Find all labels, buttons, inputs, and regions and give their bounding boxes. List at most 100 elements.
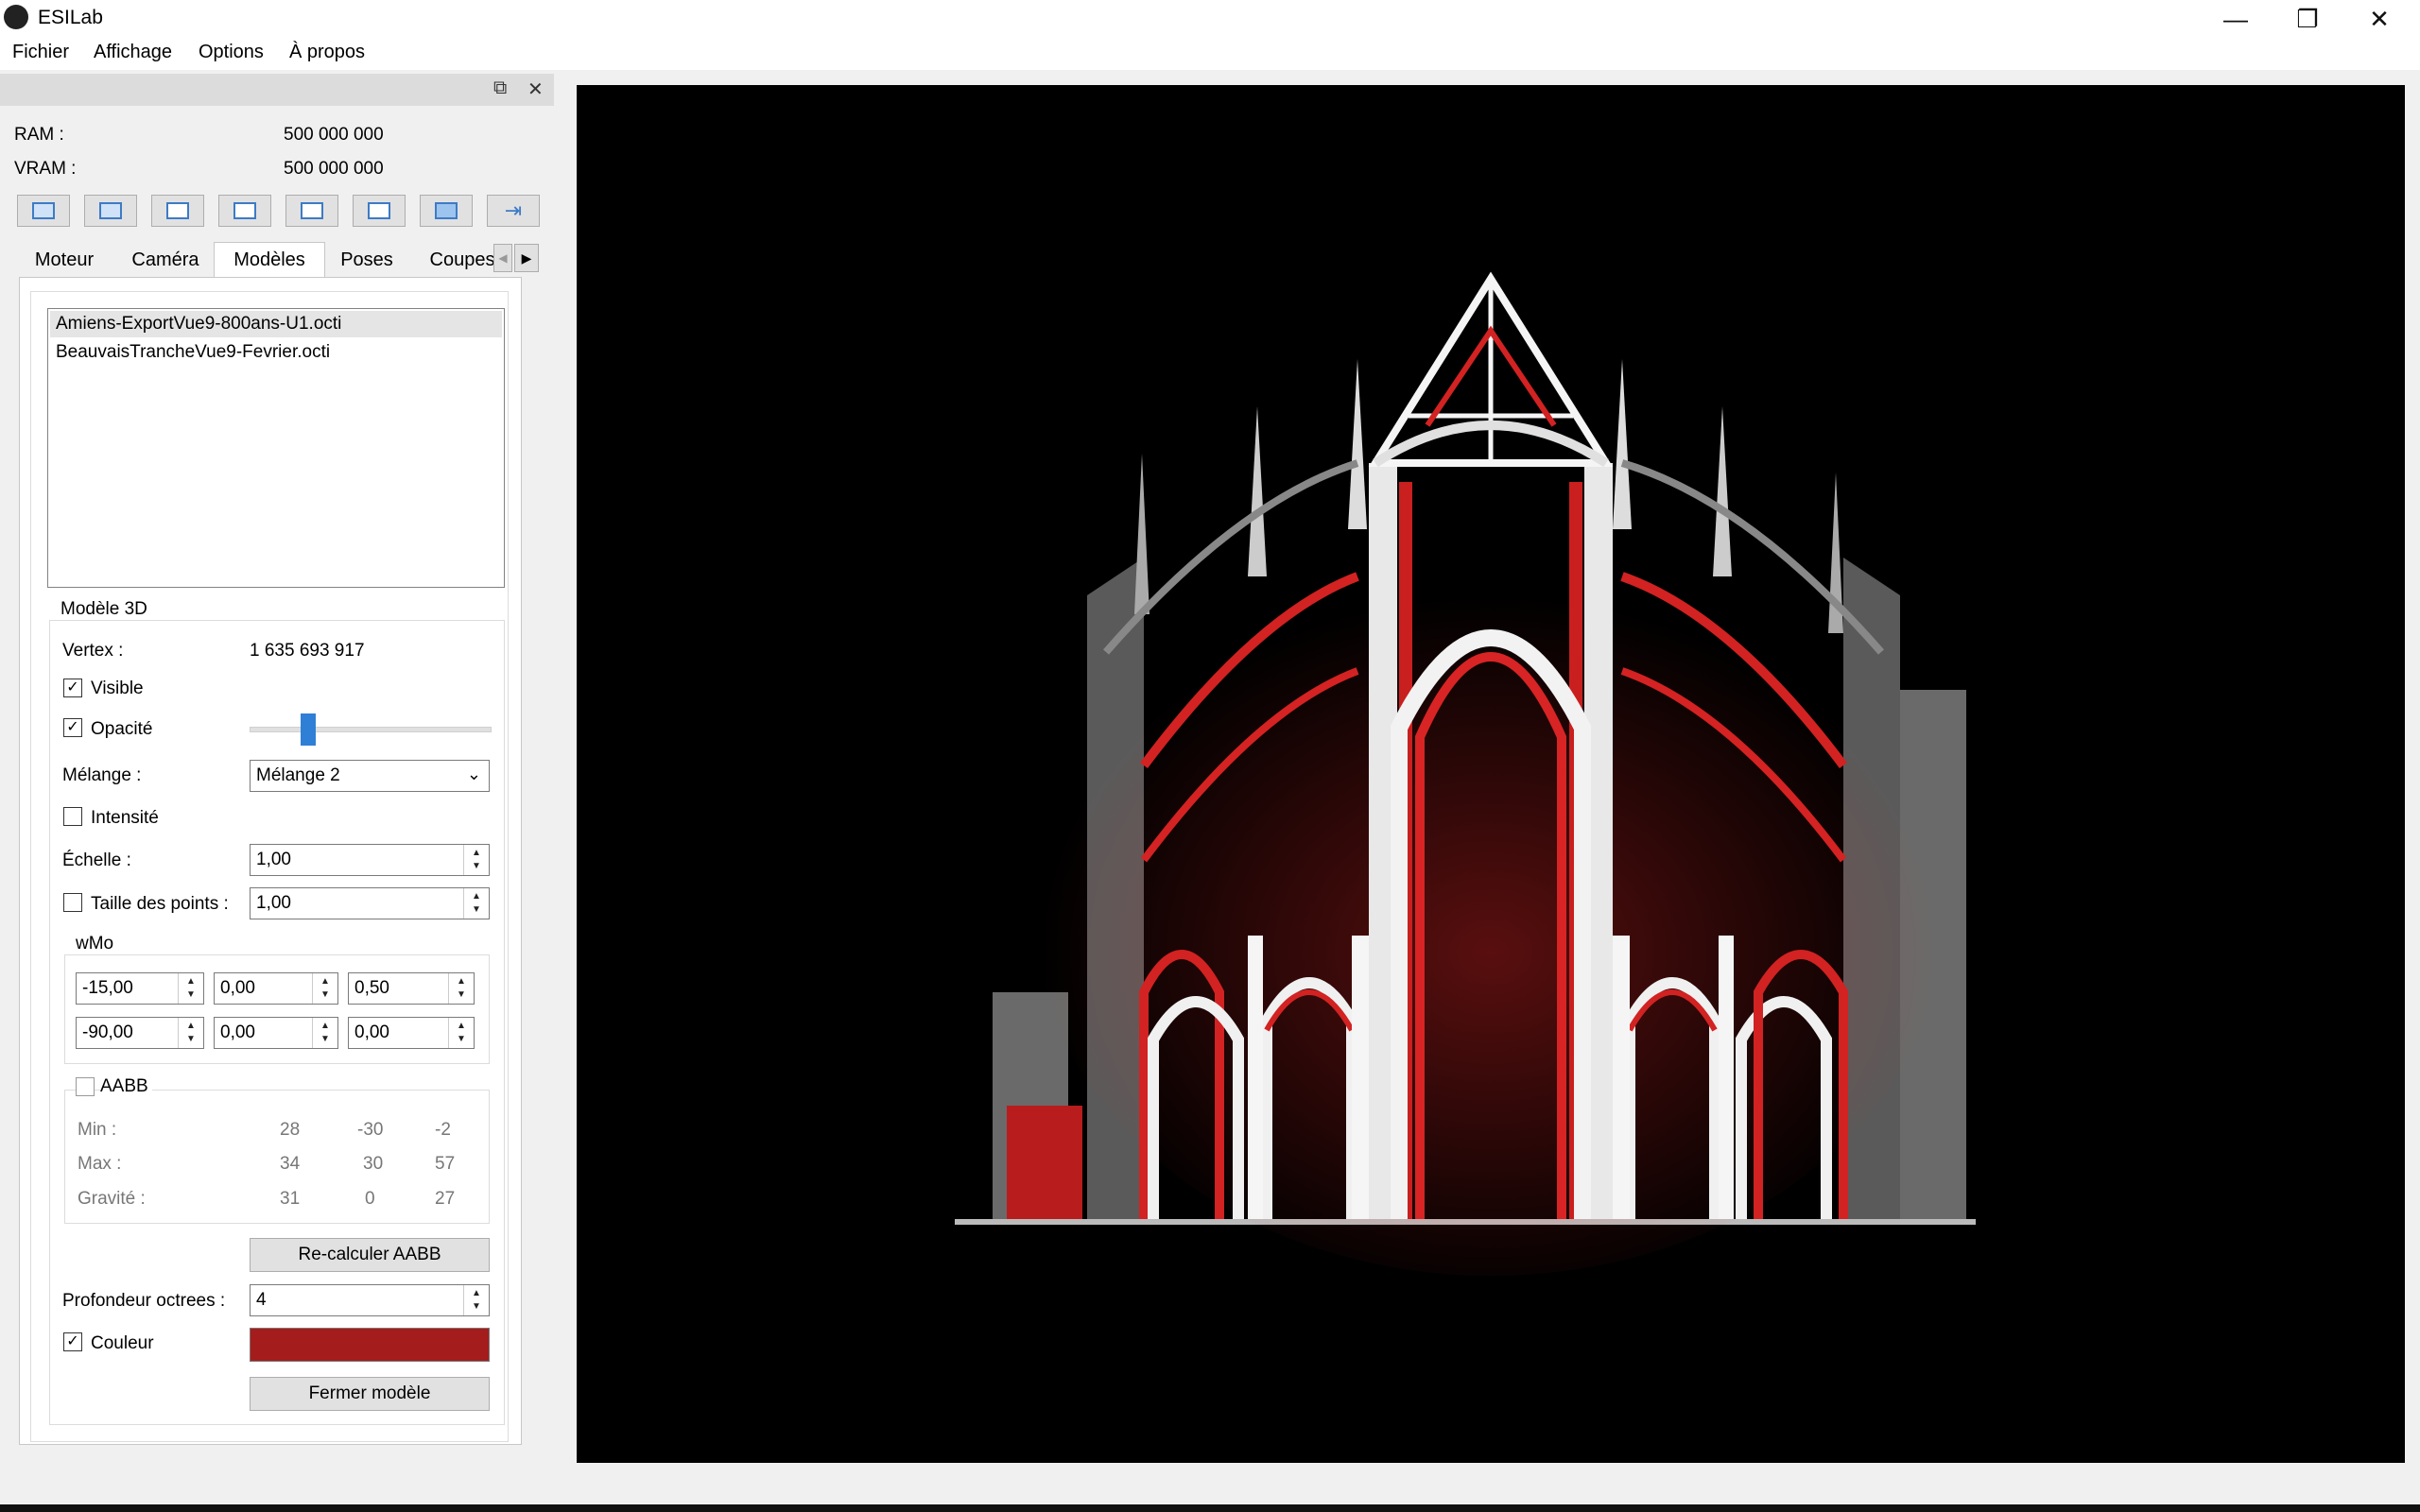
close-window-button[interactable]: ✕ xyxy=(2344,0,2414,38)
window-icon xyxy=(368,202,390,219)
status-bar xyxy=(0,1504,2420,1512)
wmo-r1c1-spinbox[interactable]: -15,00 ▲ ▼ xyxy=(76,972,204,1005)
tool-button-exit[interactable]: ⇥ xyxy=(487,195,540,227)
menu-fichier[interactable]: Fichier xyxy=(12,42,69,63)
tab-moteur[interactable]: Moteur xyxy=(21,242,108,278)
spin-arrows[interactable]: ▲ ▼ xyxy=(448,973,474,1004)
arrow-down-icon: ▼ xyxy=(457,989,466,1000)
tab-camera[interactable]: Caméra xyxy=(117,242,214,278)
tool-button-2[interactable] xyxy=(84,195,137,227)
spin-arrows[interactable]: ▲ ▼ xyxy=(463,845,489,875)
color-checkbox[interactable]: ✓ xyxy=(63,1332,82,1351)
arrow-up-icon: ▲ xyxy=(472,1288,481,1298)
close-model-button[interactable]: Fermer modèle xyxy=(250,1377,490,1411)
wmo-r1c2-spinbox[interactable]: 0,00 ▲ ▼ xyxy=(214,972,338,1005)
point-cloud-render xyxy=(955,271,1976,1276)
wmo-r2c1-spinbox[interactable]: -90,00 ▲ ▼ xyxy=(76,1017,204,1049)
restore-button[interactable]: ❐ xyxy=(2273,0,2342,38)
octree-depth-spinbox[interactable]: 4 ▲ ▼ xyxy=(250,1284,490,1316)
wmo-value: 0,50 xyxy=(354,978,389,998)
scale-spinbox[interactable]: 1,00 ▲ ▼ xyxy=(250,844,490,876)
tool-button-5[interactable] xyxy=(285,195,338,227)
arrow-up-icon: ▲ xyxy=(186,976,196,987)
arrow-down-icon: ▼ xyxy=(472,861,481,871)
arrow-up-icon: ▲ xyxy=(186,1021,196,1031)
octree-depth-value: 4 xyxy=(256,1290,267,1310)
spin-arrows[interactable]: ▲ ▼ xyxy=(178,1018,203,1048)
wmo-value: -15,00 xyxy=(82,978,133,998)
wmo-value: -90,00 xyxy=(82,1022,133,1042)
arrow-down-icon: ▼ xyxy=(320,989,330,1000)
arrow-up-icon: ▲ xyxy=(320,976,330,987)
check-icon: ✓ xyxy=(66,1333,79,1349)
tab-poses[interactable]: Poses xyxy=(325,242,408,278)
arrow-up-icon: ▲ xyxy=(457,976,466,987)
aabb-gravity-y: 0 xyxy=(365,1189,375,1209)
wmo-value: 0,00 xyxy=(220,1022,255,1042)
close-panel-icon[interactable]: ✕ xyxy=(527,77,544,101)
recalculate-aabb-button[interactable]: Re-calculer AABB xyxy=(250,1238,490,1272)
spin-arrows[interactable]: ▲ ▼ xyxy=(463,1285,489,1315)
tool-button-6[interactable] xyxy=(353,195,406,227)
aabb-checkbox[interactable] xyxy=(76,1077,95,1096)
tab-scroll-left[interactable]: ◀ xyxy=(493,244,512,272)
arrow-down-icon: ▼ xyxy=(320,1034,330,1044)
tab-modeles[interactable]: Modèles xyxy=(214,242,325,278)
opacity-label: Opacité xyxy=(91,719,153,739)
vertex-label: Vertex : xyxy=(62,641,124,661)
exit-icon: ⇥ xyxy=(504,198,523,222)
menu-options[interactable]: Options xyxy=(199,42,264,63)
tool-button-4[interactable] xyxy=(218,195,271,227)
aabb-max-y: 30 xyxy=(363,1154,384,1174)
visible-checkbox[interactable]: ✓ xyxy=(63,679,82,697)
scale-label: Échelle : xyxy=(62,850,131,870)
opacity-slider-track[interactable] xyxy=(250,727,492,732)
blend-value: Mélange 2 xyxy=(256,765,340,785)
color-label: Couleur xyxy=(91,1333,154,1353)
arrow-up-icon: ▲ xyxy=(320,1021,330,1031)
aabb-min-label: Min : xyxy=(78,1120,117,1140)
ram-value: 500 000 000 xyxy=(284,125,384,145)
spin-arrows[interactable]: ▲ ▼ xyxy=(178,973,203,1004)
octree-depth-label: Profondeur octrees : xyxy=(62,1291,226,1311)
pointsize-spinbox[interactable]: 1,00 ▲ ▼ xyxy=(250,887,490,919)
tool-button-3[interactable] xyxy=(151,195,204,227)
float-panel-icon[interactable]: ⧉ xyxy=(493,77,507,99)
window-icon xyxy=(301,202,323,219)
minimize-button[interactable]: — xyxy=(2201,0,2271,38)
spin-arrows[interactable]: ▲ ▼ xyxy=(312,1018,337,1048)
spin-arrows[interactable]: ▲ ▼ xyxy=(312,973,337,1004)
blend-label: Mélange : xyxy=(62,765,142,785)
wmo-r1c3-spinbox[interactable]: 0,50 ▲ ▼ xyxy=(348,972,475,1005)
arrow-up-icon: ▲ xyxy=(472,848,481,858)
ram-label: RAM : xyxy=(14,125,64,145)
list-item[interactable]: Amiens-ExportVue9-800ans-U1.octi xyxy=(50,311,502,337)
aabb-max-x: 34 xyxy=(280,1154,301,1174)
menu-bar: Fichier Affichage Options À propos xyxy=(0,40,2420,70)
list-item[interactable]: BeauvaisTrancheVue9-Fevrier.octi xyxy=(50,339,502,366)
aabb-min-y: -30 xyxy=(357,1120,384,1140)
wmo-r2c2-spinbox[interactable]: 0,00 ▲ ▼ xyxy=(214,1017,338,1049)
blend-select[interactable]: Mélange 2 ⌄ xyxy=(250,760,490,792)
arrow-up-icon: ▲ xyxy=(472,891,481,902)
menu-affichage[interactable]: Affichage xyxy=(94,42,172,63)
app-icon xyxy=(4,5,28,29)
pointsize-value: 1,00 xyxy=(256,893,291,913)
intensity-checkbox[interactable] xyxy=(63,807,82,826)
pointsize-label: Taille des points : xyxy=(91,894,229,914)
panel-header xyxy=(0,74,554,106)
menu-a-propos[interactable]: À propos xyxy=(289,42,365,63)
tool-button-7[interactable] xyxy=(420,195,473,227)
opacity-checkbox[interactable]: ✓ xyxy=(63,718,82,737)
wmo-r2c3-spinbox[interactable]: 0,00 ▲ ▼ xyxy=(348,1017,475,1049)
3d-viewport[interactable] xyxy=(577,85,2405,1463)
opacity-slider-handle[interactable] xyxy=(301,713,316,746)
tab-scroll-right[interactable]: ▶ xyxy=(514,244,539,272)
close-icon: ✕ xyxy=(2369,4,2390,33)
model-list[interactable]: Amiens-ExportVue9-800ans-U1.octi Beauvai… xyxy=(47,308,505,588)
spin-arrows[interactable]: ▲ ▼ xyxy=(463,888,489,919)
pointsize-checkbox[interactable] xyxy=(63,893,82,912)
tool-button-1[interactable] xyxy=(17,195,70,227)
color-swatch-button[interactable] xyxy=(250,1328,490,1362)
spin-arrows[interactable]: ▲ ▼ xyxy=(448,1018,474,1048)
